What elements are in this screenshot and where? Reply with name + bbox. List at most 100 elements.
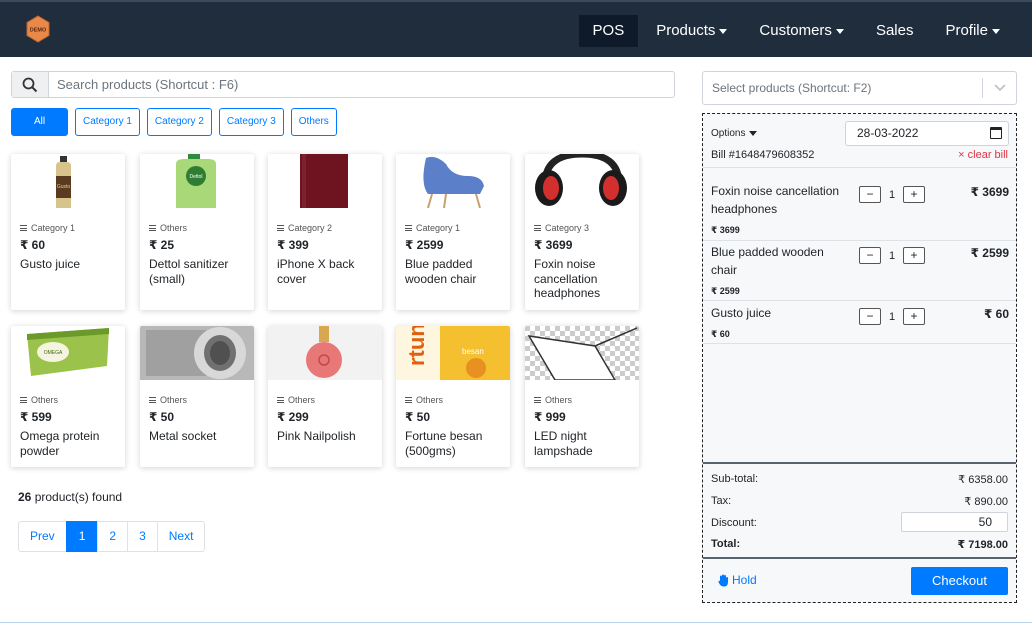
product-card[interactable]: Others ₹ 299 Pink Nailpolish xyxy=(268,326,382,467)
brand-logo[interactable]: DEMO xyxy=(26,15,50,43)
products-found-count: 26 xyxy=(18,490,32,504)
svg-text:besan: besan xyxy=(462,347,484,356)
nav-products[interactable]: Products xyxy=(642,15,741,47)
svg-text:Dettol: Dettol xyxy=(189,174,202,180)
pagination-page-3[interactable]: 3 xyxy=(127,521,158,552)
product-name: iPhone X back cover xyxy=(277,257,355,286)
divider xyxy=(703,167,1016,168)
product-card[interactable]: OMEGA Others ₹ 599 Omega protein powder xyxy=(11,326,125,467)
bill-item-unit-price: ₹ 3699 xyxy=(711,225,740,235)
product-name: Dettol sanitizer (small) xyxy=(149,257,229,286)
product-price: ₹ 599 xyxy=(20,410,52,424)
product-category: Others xyxy=(160,223,188,233)
product-select[interactable]: Select products (Shortcut: F2) xyxy=(702,71,1017,105)
list-icon xyxy=(149,397,156,403)
product-card[interactable]: Others ₹ 50 Metal socket xyxy=(140,326,254,467)
svg-text:Gusto: Gusto xyxy=(57,184,71,190)
nav-pos[interactable]: POS xyxy=(578,15,639,47)
search-input[interactable] xyxy=(49,72,674,97)
clear-bill-button[interactable]: × clear bill xyxy=(958,149,1008,161)
product-card[interactable]: Category 2 ₹ 399 iPhone X back cover xyxy=(268,154,382,310)
search-button[interactable] xyxy=(12,72,49,97)
pagination-page-2[interactable]: 2 xyxy=(97,521,129,552)
product-card[interactable]: Gusto Category 1 ₹ 60 Gusto juice xyxy=(11,154,125,310)
product-card[interactable]: Category 1 ₹ 2599 Blue padded wooden cha… xyxy=(396,154,510,310)
increase-qty-button[interactable]: + xyxy=(903,186,925,203)
product-price: ₹ 60 xyxy=(20,238,46,252)
product-price: ₹ 25 xyxy=(149,238,175,252)
options-dropdown[interactable]: Options xyxy=(711,128,758,139)
products-found-text: 26 product(s) found xyxy=(18,490,122,504)
category-others-button[interactable]: Others xyxy=(290,108,337,136)
svg-text:DEMO: DEMO xyxy=(30,28,47,34)
bill-item: Gusto juice ₹ 60 − 1 + ₹ 60 xyxy=(703,304,1009,344)
checkout-button[interactable]: Checkout xyxy=(911,567,1008,595)
product-image: rtun besan xyxy=(396,326,510,380)
chevron-down-icon[interactable] xyxy=(983,84,1016,92)
decrease-qty-button[interactable]: − xyxy=(859,247,881,264)
bill-item-name: Gusto juice xyxy=(711,306,772,320)
nav-customers[interactable]: Customers xyxy=(745,15,858,47)
product-price: ₹ 3699 xyxy=(534,238,573,252)
pagination-page-1[interactable]: 1 xyxy=(65,521,99,552)
category-1-button[interactable]: Category 1 xyxy=(75,108,140,136)
svg-text:rtun: rtun xyxy=(404,326,429,366)
svg-text:OMEGA: OMEGA xyxy=(44,350,63,356)
product-category: Others xyxy=(545,395,573,405)
category-3-button[interactable]: Category 3 xyxy=(218,108,284,136)
decrease-qty-button[interactable]: − xyxy=(859,308,881,325)
product-card[interactable]: Dettol Others ₹ 25 Dettol sanitizer (sma… xyxy=(140,154,254,310)
product-image xyxy=(396,154,510,208)
nav-profile[interactable]: Profile xyxy=(931,15,1014,47)
calendar-icon[interactable] xyxy=(990,127,1002,139)
product-category: Others xyxy=(31,395,59,405)
options-label: Options xyxy=(711,128,746,139)
bill-date-input[interactable]: 28-03-2022 xyxy=(845,121,1009,146)
product-name: Foxin noise cancellation headphones xyxy=(534,257,601,300)
category-all-button[interactable]: All xyxy=(11,108,68,136)
quantity-value: 1 xyxy=(888,188,896,201)
product-price: ₹ 999 xyxy=(534,410,566,424)
discount-label: Discount: xyxy=(711,517,757,529)
pagination-next[interactable]: Next xyxy=(156,521,206,552)
category-2-button[interactable]: Category 2 xyxy=(146,108,212,136)
product-category: Others xyxy=(160,395,188,405)
discount-input[interactable]: 50 xyxy=(901,512,1008,532)
decrease-qty-button[interactable]: − xyxy=(859,186,881,203)
product-image xyxy=(268,326,382,380)
quantity-value: 1 xyxy=(888,310,896,323)
total-label: Total: xyxy=(711,538,741,550)
increase-qty-button[interactable]: + xyxy=(903,247,925,264)
product-search xyxy=(11,71,675,98)
caret-down-icon xyxy=(749,130,758,136)
hold-label: Hold xyxy=(732,573,757,587)
product-category: Category 3 xyxy=(545,223,590,233)
product-card[interactable]: rtun besan Others ₹ 50 Fortune besan (50… xyxy=(396,326,510,467)
products-found-label: product(s) found xyxy=(34,490,123,504)
nav-sales[interactable]: Sales xyxy=(862,15,928,47)
bill-item: Foxin noise cancellation headphones ₹ 36… xyxy=(703,182,1009,238)
summary-divider xyxy=(703,462,1016,464)
tax-value: ₹ 890.00 xyxy=(964,496,1008,508)
product-name: LED night lampshade xyxy=(534,429,593,458)
product-card[interactable]: Others ₹ 999 LED night lampshade xyxy=(525,326,639,467)
quantity-value: 1 xyxy=(888,249,896,262)
product-name: Omega protein powder xyxy=(20,429,100,458)
bill-date-value: 28-03-2022 xyxy=(857,126,919,140)
product-category: Category 1 xyxy=(31,223,76,233)
search-icon xyxy=(22,77,38,92)
bill-item-unit-price: ₹ 2599 xyxy=(711,286,740,296)
bill-item-total: ₹ 2599 xyxy=(970,246,1009,260)
increase-qty-button[interactable]: + xyxy=(903,308,925,325)
pagination-prev[interactable]: Prev xyxy=(18,521,67,552)
product-name: Pink Nailpolish xyxy=(277,429,356,443)
product-image xyxy=(140,326,254,380)
hold-button[interactable]: Hold xyxy=(718,573,757,587)
subtotal-label: Sub-total: xyxy=(711,473,759,485)
product-price: ₹ 50 xyxy=(405,410,431,424)
product-card[interactable]: Category 3 ₹ 3699 Foxin noise cancellati… xyxy=(525,154,639,310)
product-price: ₹ 50 xyxy=(149,410,175,424)
list-icon xyxy=(20,397,27,403)
hand-icon xyxy=(718,574,728,586)
main-nav: POS Products Customers Sales Profile xyxy=(575,15,1014,47)
